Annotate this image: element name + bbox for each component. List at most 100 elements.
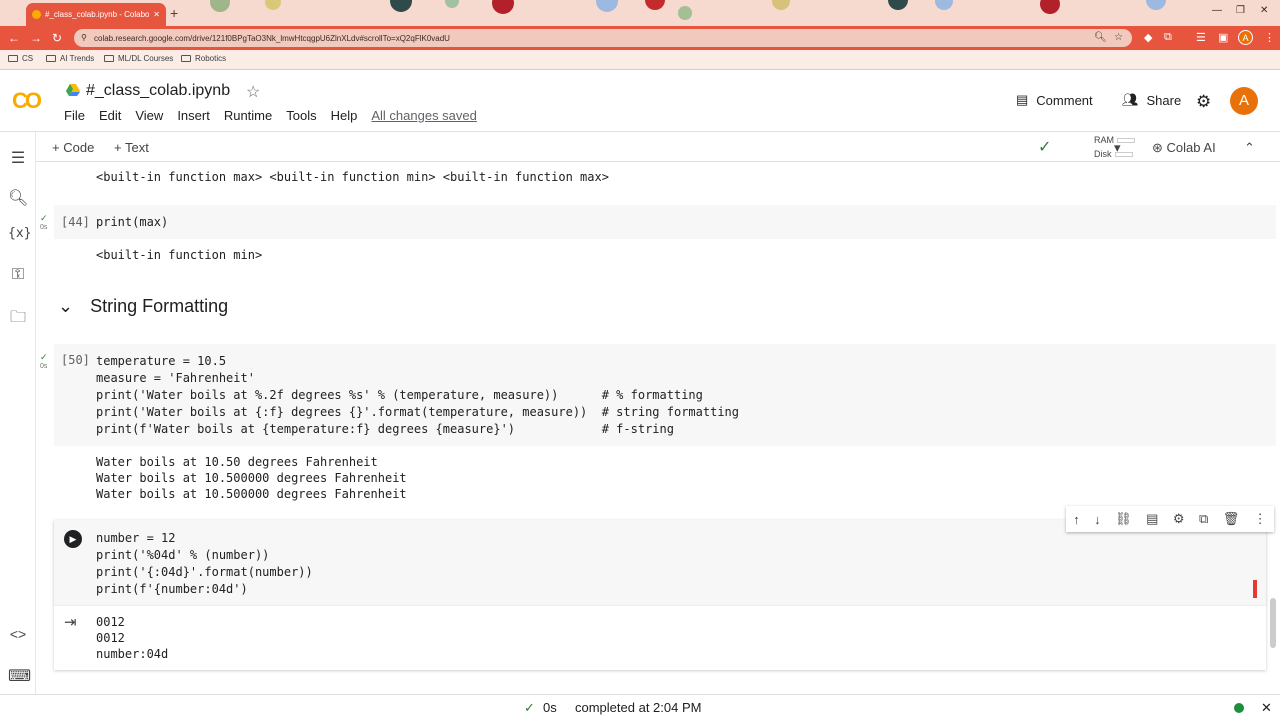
secrets-key-icon[interactable]: ⚿: [8, 266, 28, 284]
close-window-icon[interactable]: ✕: [1260, 5, 1268, 16]
add-code-button[interactable]: + Code: [52, 140, 94, 155]
bookmark-cs[interactable]: CS: [8, 54, 33, 63]
colab-logo[interactable]: CO: [12, 88, 42, 114]
comment-button[interactable]: ▤ Comment: [1016, 92, 1093, 108]
collapse-section-icon[interactable]: ⌄: [58, 296, 73, 316]
browser-tab-title: #_class_colab.ipynb - Colabora: [45, 10, 150, 19]
colab-ai-icon: ⊛: [1152, 140, 1163, 155]
table-of-contents-icon[interactable]: ☰: [8, 148, 28, 168]
code-cell[interactable]: [54, 205, 1276, 239]
browser-menu-icon[interactable]: ⋮: [1264, 31, 1275, 44]
clear-output-icon[interactable]: ⇥: [64, 613, 77, 631]
menu-file[interactable]: File: [64, 108, 85, 123]
bookmark-ai-trends[interactable]: AI Trends: [46, 54, 94, 63]
browser-tab-active[interactable]: #_class_colab.ipynb - Colabora ✕: [26, 3, 166, 26]
close-tab-icon[interactable]: ✕: [153, 10, 160, 19]
add-text-button[interactable]: + Text: [114, 140, 149, 155]
collapse-chevron-icon[interactable]: ⌃: [1244, 140, 1255, 156]
more-options-icon[interactable]: ⋮: [1254, 511, 1267, 527]
mirror-cell-icon[interactable]: ⧉: [1199, 511, 1208, 527]
cell-settings-icon[interactable]: ⚙: [1173, 511, 1185, 527]
notebook-title[interactable]: #_class_colab.ipynb: [86, 82, 230, 100]
share-button[interactable]: 👥︎ Share: [1122, 92, 1181, 108]
delete-icon[interactable]: 🗑: [1223, 511, 1240, 527]
star-icon[interactable]: ☆: [246, 82, 260, 102]
browser-toolbar: ← → ↻ ⚲ colab.research.google.com/drive/…: [0, 26, 1280, 50]
settings-gear-icon[interactable]: ⚙: [1196, 92, 1211, 112]
left-sidebar: ☰ 🔍︎ {x} ⚿ 🗀 <> ⌨: [0, 132, 36, 694]
code-snippets-icon[interactable]: <>: [8, 626, 28, 642]
folder-icon: [181, 55, 191, 62]
colab-header: CO #_class_colab.ipynb ☆ File Edit View …: [0, 70, 1280, 132]
browser-profile-avatar[interactable]: A: [1238, 30, 1253, 45]
variables-icon[interactable]: {x}: [8, 226, 31, 241]
user-avatar[interactable]: A: [1230, 87, 1258, 115]
files-folder-icon[interactable]: 🗀: [8, 306, 28, 333]
comment-cell-icon[interactable]: ▤: [1146, 511, 1158, 527]
cell-output: <built-in function max> <built-in functi…: [96, 170, 609, 184]
section-heading[interactable]: ⌄ String Formatting: [58, 296, 228, 317]
menu-edit[interactable]: Edit: [99, 108, 121, 123]
bookmark-robotics[interactable]: Robotics: [181, 54, 226, 63]
search-icon[interactable]: 🔍︎: [8, 188, 28, 208]
code-line[interactable]: print(max): [96, 215, 168, 229]
zoom-icon[interactable]: 🔍︎: [1094, 32, 1107, 43]
address-bar[interactable]: ⚲ colab.research.google.com/drive/121f0B…: [74, 29, 1132, 47]
comment-icon: ▤: [1016, 92, 1029, 107]
cell-toolbar: ↑ ↓ ⛓ ▤ ⚙ ⧉ 🗑 ⋮: [1066, 506, 1274, 532]
code-line[interactable]: measure = 'Fahrenheit': [96, 371, 255, 385]
menu-runtime[interactable]: Runtime: [224, 108, 272, 123]
folder-icon: [104, 55, 114, 62]
code-line[interactable]: temperature = 10.5: [96, 354, 226, 368]
code-line[interactable]: print(f'{number:04d'): [96, 582, 248, 596]
move-down-icon[interactable]: ↓: [1094, 512, 1101, 527]
link-icon[interactable]: ⛓: [1115, 511, 1132, 527]
reading-list-icon[interactable]: ☰: [1196, 31, 1206, 44]
forward-icon[interactable]: →: [30, 31, 42, 45]
cell-run-status: ✓ 0s: [40, 213, 48, 231]
folder-icon: [46, 55, 56, 62]
code-line[interactable]: print('%04d' % (number)): [96, 548, 269, 562]
bookmark-ml-dl-courses[interactable]: ML/DL Courses: [104, 54, 173, 63]
code-line[interactable]: print('{:04d}'.format(number)): [96, 565, 313, 579]
folder-icon: [8, 55, 18, 62]
code-line[interactable]: number = 12: [96, 531, 175, 545]
status-completed[interactable]: completed at 2:04 PM: [575, 700, 701, 715]
menu-insert[interactable]: Insert: [177, 108, 210, 123]
back-icon[interactable]: ←: [8, 31, 20, 45]
connection-status-icon: [1234, 703, 1244, 713]
new-tab-icon[interactable]: +: [170, 5, 178, 21]
cell-output: number:04d: [96, 647, 169, 661]
status-time: 0s: [543, 700, 557, 715]
site-info-icon[interactable]: ⚲: [81, 33, 87, 42]
extensions-puzzle-icon[interactable]: ⧉: [1164, 31, 1172, 44]
code-line[interactable]: print('Water boils at {:f} degrees {}'.f…: [96, 405, 739, 419]
menu-bar: File Edit View Insert Runtime Tools Help…: [64, 108, 477, 123]
minimize-icon[interactable]: —: [1212, 5, 1222, 16]
colab-favicon-icon: [32, 10, 41, 19]
run-cell-button[interactable]: ▶: [64, 530, 82, 548]
close-status-icon[interactable]: ✕: [1261, 700, 1272, 716]
menu-tools[interactable]: Tools: [286, 108, 316, 123]
extension-icon[interactable]: ◆: [1144, 31, 1152, 44]
menu-help[interactable]: Help: [331, 108, 358, 123]
menu-view[interactable]: View: [135, 108, 163, 123]
maximize-icon[interactable]: ❐: [1236, 5, 1245, 16]
google-drive-icon[interactable]: [66, 84, 80, 96]
terminal-icon[interactable]: ⌨: [8, 666, 31, 686]
move-up-icon[interactable]: ↑: [1073, 512, 1080, 527]
code-line[interactable]: print(f'Water boils at {temperature:f} d…: [96, 422, 674, 436]
reload-icon[interactable]: ↻: [52, 31, 62, 45]
cell-output: 0012: [96, 631, 125, 645]
code-line[interactable]: print('Water boils at %.2f degrees %s' %…: [96, 388, 703, 402]
save-status-link[interactable]: All changes saved: [371, 108, 477, 123]
error-marker: [1253, 580, 1257, 598]
side-panel-icon[interactable]: ▣: [1218, 31, 1228, 44]
scrollbar-thumb[interactable]: [1270, 598, 1276, 648]
bookmarks-bar: CS AI Trends ML/DL Courses Robotics: [0, 50, 1280, 70]
connected-check-icon: ✓: [1038, 139, 1052, 156]
colab-ai-button[interactable]: ⊛ Colab AI: [1152, 140, 1216, 156]
execution-count: [50]: [61, 353, 90, 367]
runtime-dropdown-icon[interactable]: ▾: [1114, 140, 1121, 156]
bookmark-star-icon[interactable]: ☆: [1114, 32, 1123, 43]
